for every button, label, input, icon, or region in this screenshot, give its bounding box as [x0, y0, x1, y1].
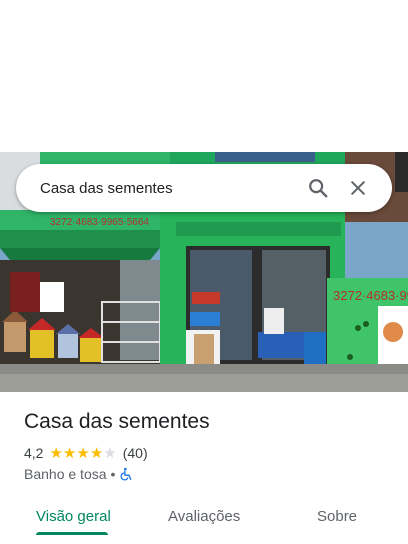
rating-value: 4,2	[24, 445, 44, 461]
tab-reviews[interactable]: Avaliações	[168, 508, 240, 525]
star-icon: ★	[49, 444, 63, 462]
star-icon: ★	[76, 444, 90, 462]
place-title: Casa das sementes	[24, 410, 210, 433]
star-icon: ★	[62, 444, 77, 462]
category-row: Banho e tosa •	[24, 466, 133, 482]
sign-phone-text: 3272·4683·99	[333, 288, 408, 303]
awning-phone-text: 3272·4683·9965·5664	[50, 217, 149, 228]
clear-search-button[interactable]	[338, 168, 378, 208]
active-tab-indicator	[36, 532, 108, 535]
search-bar[interactable]: Casa das sementes	[16, 164, 392, 212]
search-icon	[309, 179, 328, 198]
search-button[interactable]	[298, 168, 338, 208]
separator-dot: •	[110, 466, 116, 482]
star-icon: ★	[103, 444, 117, 462]
review-count: (40)	[122, 445, 148, 461]
rating-row[interactable]: 4,2 ★ ★ ★ ★ ★ (40)	[24, 445, 148, 461]
place-category: Banho e tosa	[24, 466, 107, 482]
wheelchair-accessible-icon	[119, 467, 133, 481]
tab-about[interactable]: Sobre	[317, 508, 357, 525]
top-blank-area	[0, 0, 408, 152]
star-rating: ★ ★ ★ ★ ★	[49, 446, 116, 461]
close-icon	[351, 181, 365, 195]
tab-overview[interactable]: Visão geral	[36, 508, 111, 525]
search-input[interactable]: Casa das sementes	[40, 180, 298, 197]
place-tabs: Visão geral Avaliações Sobre	[0, 496, 408, 544]
star-icon: ★	[89, 444, 104, 462]
